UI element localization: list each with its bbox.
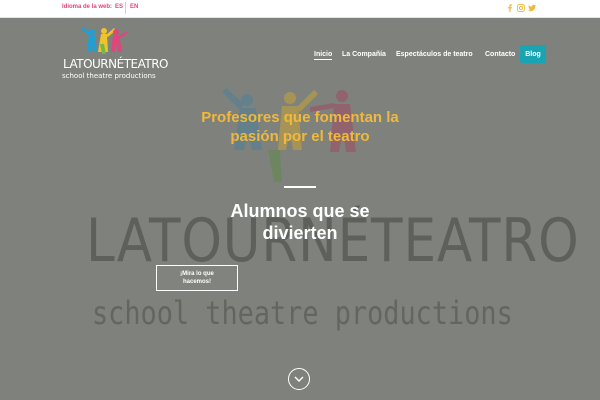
nav-item-blog[interactable]: Blog (520, 45, 546, 63)
hero-subtitle: Alumnos que se divierten (230, 201, 370, 243)
logo-subtitle: school theatre productions (62, 72, 156, 80)
scroll-down-button[interactable] (288, 368, 310, 390)
page: LATOURNÉTEATRO school theatre production… (0, 0, 600, 400)
cta-label: ¡Mira lo que hacemos! (180, 271, 214, 285)
hero-title: Profesores que fomentan la pasión por el… (201, 109, 399, 145)
language-label: Idioma de la web: (62, 4, 113, 10)
hero-divider (284, 186, 316, 188)
language-divider (125, 2, 126, 14)
nav-item-espectaculos[interactable]: Espectáculos de teatro (396, 51, 473, 58)
instagram-icon[interactable] (516, 3, 526, 13)
mira-lo-que-hacemos-button[interactable]: ¡Mira lo que hacemos! (156, 265, 238, 291)
nav-item-contacto[interactable]: Contacto (485, 51, 515, 58)
background-logo-subtitle: school theatre productions (92, 294, 513, 332)
nav-item-inicio[interactable]: Inicio (314, 51, 333, 60)
facebook-icon[interactable] (505, 3, 515, 13)
language-en-link[interactable]: EN (130, 4, 138, 10)
chevron-down-icon (294, 376, 304, 382)
language-es-link[interactable]: ES (115, 4, 123, 10)
logo-dancers-icon (81, 27, 128, 54)
twitter-icon[interactable] (527, 3, 537, 13)
nav-item-la-compania[interactable]: La Compañía (342, 51, 386, 58)
top-bar: Idioma de la web: ES EN (0, 0, 600, 18)
logo-text: LATOURNÉTEATRO (63, 57, 169, 71)
